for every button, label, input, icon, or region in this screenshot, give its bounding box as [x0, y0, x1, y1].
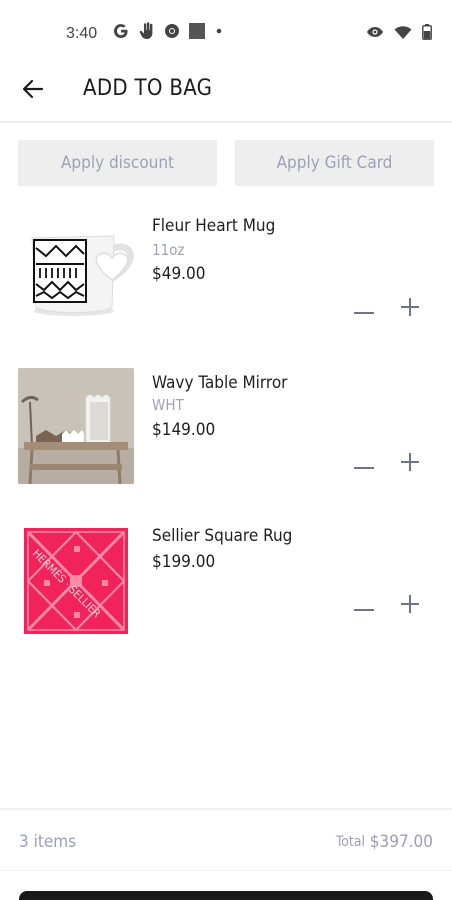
hand-icon — [139, 22, 155, 40]
apply-gift-card-button[interactable]: Apply Gift Card — [235, 140, 434, 186]
square-app-icon — [189, 23, 205, 39]
minus-icon — [354, 597, 374, 616]
total-value: $397.00 — [369, 832, 433, 852]
back-button[interactable] — [18, 76, 48, 106]
plus-icon — [401, 453, 419, 475]
battery-icon — [422, 24, 432, 40]
item-name: Fleur Heart Mug — [152, 216, 276, 236]
apply-discount-button[interactable]: Apply discount — [18, 140, 217, 186]
cart-item-rug: HERMÈS · SELLIER Sellier Square Rug $199… — [0, 520, 452, 640]
item-variant: WHT — [152, 396, 184, 414]
increase-quantity-button[interactable] — [396, 450, 424, 478]
item-price: $149.00 — [152, 420, 216, 440]
coupon-actions: Apply discount Apply Gift Card — [18, 140, 434, 186]
status-bar: 3:40 — [0, 0, 452, 70]
back-arrow-icon — [22, 79, 44, 103]
google-icon — [112, 22, 130, 40]
app-bar: ADD TO BAG — [0, 62, 452, 120]
plus-icon — [401, 298, 419, 320]
item-price: $49.00 — [152, 264, 206, 284]
status-right-icons — [366, 24, 432, 40]
status-time: 3:40 — [66, 25, 98, 42]
rug-image: HERMÈS · SELLIER — [18, 520, 134, 636]
item-price: $199.00 — [152, 552, 216, 572]
eye-icon — [366, 25, 384, 39]
decrease-quantity-button[interactable] — [350, 592, 378, 620]
decrease-quantity-button[interactable] — [350, 450, 378, 478]
total-label: Total — [335, 834, 365, 850]
minus-icon — [354, 300, 374, 319]
item-name: Sellier Square Rug — [152, 526, 293, 546]
dot-icon — [214, 26, 224, 36]
status-left-icons — [112, 22, 224, 40]
mirror-image — [18, 368, 134, 484]
chrome-icon — [164, 23, 180, 39]
cart-item-mug: Fleur Heart Mug 11oz $49.00 — [0, 210, 452, 330]
footer-divider-lower — [0, 870, 452, 871]
item-variant: 11oz — [152, 241, 185, 259]
footer-divider — [0, 808, 452, 810]
item-name: Wavy Table Mirror — [152, 373, 288, 393]
increase-quantity-button[interactable] — [396, 592, 424, 620]
minus-icon — [354, 455, 374, 474]
header-divider — [0, 121, 452, 123]
mug-image — [18, 210, 134, 326]
increase-quantity-button[interactable] — [396, 295, 424, 323]
items-count: 3 items — [19, 832, 77, 852]
cart-item-mirror: Wavy Table Mirror WHT $149.00 — [0, 368, 452, 488]
plus-icon — [401, 595, 419, 617]
checkout-button[interactable] — [19, 891, 433, 900]
decrease-quantity-button[interactable] — [350, 295, 378, 323]
wifi-icon — [394, 25, 412, 40]
page-title: ADD TO BAG — [83, 76, 213, 101]
